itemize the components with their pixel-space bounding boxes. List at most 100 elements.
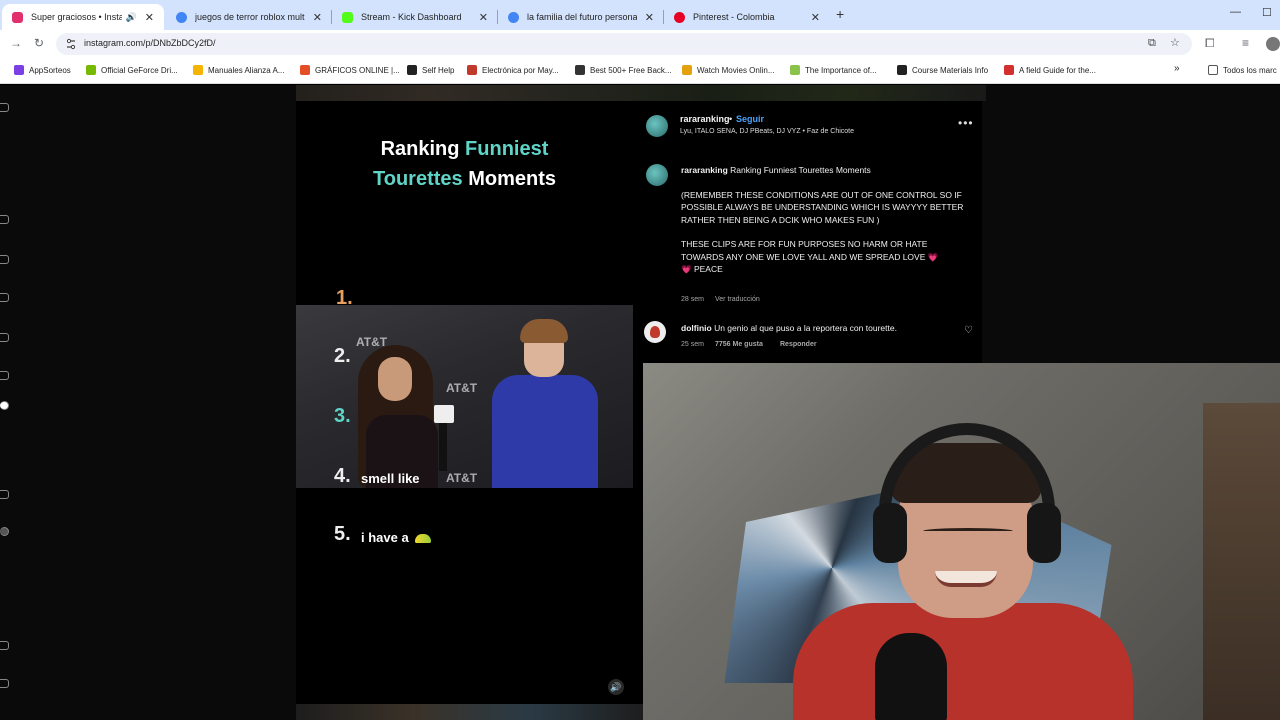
bookmark-item[interactable]: Electrónica por May...: [467, 65, 559, 75]
tab-kick[interactable]: Stream - Kick Dashboard ✕: [332, 4, 498, 30]
extensions-icon[interactable]: ⧠: [1205, 36, 1215, 51]
profile-avatar[interactable]: [1266, 37, 1280, 51]
feed-background: [296, 703, 646, 720]
streamer-figure: [935, 571, 997, 587]
bookmark-star-icon[interactable]: ☆: [1170, 36, 1180, 49]
comment-likes[interactable]: 7756 Me gusta: [715, 341, 763, 348]
comment-username[interactable]: dolfinio: [681, 323, 712, 333]
rank-1: 1.: [336, 287, 353, 309]
bookmark-item[interactable]: Manuales Alianza A...: [193, 65, 285, 75]
feed-background: [296, 85, 986, 101]
headset: [873, 503, 907, 563]
minimize-icon[interactable]: —: [1230, 6, 1241, 18]
rank-3: 3.: [334, 405, 351, 427]
post-username[interactable]: rararanking: [680, 114, 730, 124]
kick-icon: [342, 11, 353, 23]
att-logo: AT&T: [446, 381, 478, 395]
close-icon[interactable]: ✕: [479, 11, 488, 24]
follow-button[interactable]: Seguir: [736, 114, 764, 124]
audio-credit[interactable]: Lyu, ITALO SENA, DJ PBeats, DJ VYZ • Faz…: [680, 128, 854, 135]
home-icon[interactable]: [0, 215, 9, 224]
tab-title: Stream - Kick Dashboard: [361, 12, 462, 22]
tab-pinterest[interactable]: Pinterest - Colombia ✕: [664, 4, 830, 30]
avatar[interactable]: [646, 164, 668, 186]
bookmark-label: Official GeForce Dri...: [101, 65, 178, 75]
heart-emoji: 💗: [927, 251, 939, 262]
streamer-figure: [793, 603, 1133, 720]
bookmark-label: Best 500+ Free Back...: [590, 65, 672, 75]
bookmark-item[interactable]: The Importance of...: [790, 65, 877, 75]
profile-icon[interactable]: [0, 527, 9, 536]
media-control-icon[interactable]: ≡: [1242, 36, 1249, 50]
more-options-icon[interactable]: •••: [958, 116, 974, 130]
close-icon[interactable]: ✕: [145, 11, 154, 24]
microphone: [439, 423, 447, 471]
tab-instagram[interactable]: Super graciosos • Instagram 🔊 ✕: [2, 4, 164, 30]
all-bookmarks-folder[interactable]: Todos los marc: [1208, 65, 1277, 75]
caption-paragraph: PEACE: [693, 264, 723, 274]
close-icon[interactable]: ✕: [313, 11, 322, 24]
bookmark-item[interactable]: GRÁFICOS ONLINE |...: [300, 65, 400, 75]
create-icon[interactable]: [0, 490, 9, 499]
bookmark-label: Manuales Alianza A...: [208, 65, 285, 75]
menu-icon[interactable]: [0, 641, 9, 650]
address-bar[interactable]: instagram.com/p/DNbZbDCy2fD/ ⧉ ☆: [56, 33, 1192, 55]
forward-arrow-icon[interactable]: →: [10, 36, 22, 50]
microphone: [434, 405, 454, 423]
new-tab-button[interactable]: +: [836, 6, 844, 22]
tab-google-familia[interactable]: la familia del futuro personajes ✕: [498, 4, 664, 30]
threads-icon[interactable]: [0, 679, 9, 688]
bookmark-favicon-icon: [86, 65, 96, 75]
bookmark-item[interactable]: Best 500+ Free Back...: [575, 65, 672, 75]
maximize-icon[interactable]: ☐: [1262, 6, 1272, 19]
post-details-panel: rararanking • Seguir Lyu, ITALO SENA, DJ…: [634, 101, 982, 361]
tab-title: Pinterest - Colombia: [693, 12, 775, 22]
dot-separator: •: [729, 114, 733, 124]
notifications-icon[interactable]: [0, 401, 9, 410]
reply-button[interactable]: Responder: [780, 341, 817, 348]
close-icon[interactable]: ✕: [811, 11, 820, 24]
avatar[interactable]: [646, 115, 668, 137]
rank-4-text: smell like: [361, 471, 420, 486]
caption-username[interactable]: rararanking: [681, 165, 728, 175]
bookmark-favicon-icon: [14, 65, 24, 75]
bookmark-item[interactable]: A field Guide for the...: [1004, 65, 1096, 75]
url-text[interactable]: instagram.com/p/DNbZbDCy2fD/: [84, 38, 216, 48]
bookmarks-overflow-icon[interactable]: »: [1174, 63, 1180, 74]
search-icon[interactable]: [0, 255, 9, 264]
room-shelf: [1203, 403, 1280, 720]
instagram-logo-icon[interactable]: [0, 103, 9, 112]
caption-timestamp: 28 sem: [681, 296, 704, 303]
bookmark-favicon-icon: [193, 65, 203, 75]
reel-video[interactable]: Ranking Funniest Tourettes Moments AT&T …: [296, 101, 633, 704]
comment-text: Un genio al que puso a la reportera con …: [714, 323, 897, 333]
tab-title: juegos de terror roblox multijug: [195, 12, 305, 22]
like-heart-icon[interactable]: ♡: [964, 325, 973, 336]
bookmark-item[interactable]: Watch Movies Onlin...: [682, 65, 775, 75]
reels-icon[interactable]: [0, 333, 9, 342]
microphone: [875, 633, 947, 720]
browser-toolbar: → ↻ instagram.com/p/DNbZbDCy2fD/ ⧉ ☆ ⧠ ≡: [0, 30, 1280, 58]
site-settings-icon[interactable]: [66, 38, 76, 50]
bookmark-item[interactable]: Self Help: [407, 65, 454, 75]
explore-icon[interactable]: [0, 293, 9, 302]
avatar[interactable]: [644, 321, 666, 343]
reload-icon[interactable]: ↻: [34, 36, 44, 50]
bookmark-label: A field Guide for the...: [1019, 65, 1096, 75]
bookmark-favicon-icon: [407, 65, 417, 75]
bookmark-item[interactable]: Official GeForce Dri...: [86, 65, 178, 75]
folder-icon: [1208, 65, 1218, 75]
tab-title: Super graciosos • Instagram: [31, 12, 122, 22]
close-icon[interactable]: ✕: [645, 11, 654, 24]
bookmark-favicon-icon: [467, 65, 477, 75]
see-translation-link[interactable]: Ver traducción: [715, 296, 760, 303]
tab-google-roblox[interactable]: juegos de terror roblox multijug ✕: [166, 4, 332, 30]
install-app-icon[interactable]: ⧉: [1148, 37, 1156, 50]
bookmark-item[interactable]: Course Materials Info: [897, 65, 988, 75]
messages-icon[interactable]: [0, 371, 9, 380]
audio-icon[interactable]: 🔊: [126, 12, 137, 23]
interview-clip: AT&T AT&T AT&T: [296, 305, 633, 488]
title-text: Moments: [462, 168, 556, 190]
bookmark-item[interactable]: AppSorteos: [14, 65, 71, 75]
speaker-icon[interactable]: 🔊: [608, 679, 624, 695]
